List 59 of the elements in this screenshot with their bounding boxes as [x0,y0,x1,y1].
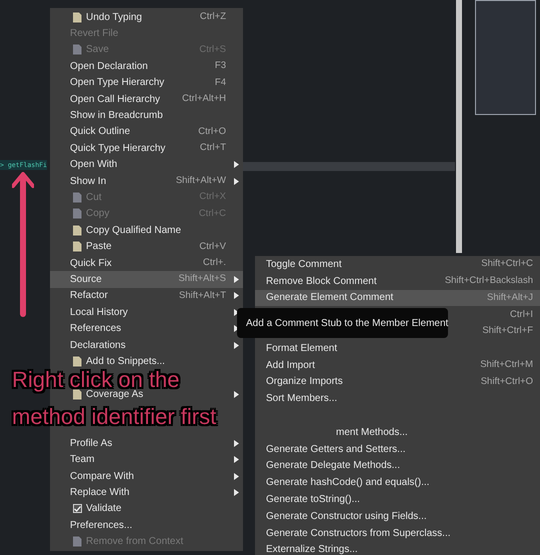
menu-item[interactable]: Organize Imports Shift+Ctrl+O [255,374,540,390]
shortcut-label: Shift+Ctrl+F [482,324,533,338]
shortcut-label: F4 [214,76,226,90]
menu-item[interactable]: Toggle Comment Shift+Ctrl+C [255,256,540,273]
menu-item[interactable]: Paste Ctrl+V [50,238,243,255]
menu-item[interactable]: Profile As [50,435,243,452]
menu-item[interactable]: Undo Typing Ctrl+Z [50,9,243,26]
menu-item[interactable]: Quick Outline Ctrl+O [50,124,243,140]
menu-item[interactable]: Add Import Shift+Ctrl+M [255,356,540,374]
menu-item[interactable]: Format Element [255,340,540,357]
shortcut-label: F3 [214,59,226,74]
shortcut-label: Shift+Ctrl+C [481,257,533,272]
shortcut-label: Ctrl+. [203,256,226,270]
menu-item[interactable]: Add to Snippets... [50,353,243,370]
shortcut-label: Ctrl+Alt+H [182,92,226,106]
tooltip: Add a Comment Stub to the Member Element [237,308,448,338]
menu-item[interactable]: Generate Element Comment Shift+Alt+J [255,290,540,306]
shortcut-label: Shift+Ctrl+Backslash [444,274,533,288]
menu-item[interactable]: Show In Shift+Alt+W [50,172,243,190]
menu-item[interactable]: Open Call Hierarchy Ctrl+Alt+H [50,90,243,108]
menu-item[interactable]: Open Declaration F3 [50,58,243,75]
menu-item[interactable]: Generate Getters and Setters... [255,440,540,458]
menu-item[interactable]: Refactor Shift+Alt+T [50,288,243,304]
shortcut-label: Ctrl+O [198,124,226,139]
menu-item[interactable]: Validate [50,500,243,518]
menu-item[interactable]: Remove Block Comment Shift+Ctrl+Backslash [255,272,540,290]
shortcut-label: Shift+Ctrl+O [480,374,533,389]
menu-item[interactable]: Compare With [50,468,243,484]
shortcut-label: Shift+Alt+S [178,272,226,286]
shortcut-label: Shift+Alt+W [176,174,226,188]
menu-item[interactable]: Generate Delegate Methods... [255,458,540,474]
menu-item[interactable]: Sort Members... [255,390,540,408]
shortcut-label: Ctrl+I [510,308,533,322]
shortcut-label: Ctrl+V [199,240,226,254]
menu-item[interactable]: Declarations [50,336,243,354]
menu-item[interactable]: Open With [50,156,243,173]
menu-item[interactable]: Quick Fix Ctrl+. [50,254,243,272]
menu-item[interactable]: Externalize Strings... [255,542,540,555]
shortcut-label: Shift+Alt+J [487,290,533,305]
menu-item[interactable]: Generate Constructor using Fields... [255,508,540,525]
menu-item[interactable]: Open Type Hierarchy F4 [50,74,243,91]
menu-item[interactable]: Source Shift+Alt+S [50,271,243,288]
annotation-text: method identifier first [12,407,216,426]
menu-item[interactable]: Copy Qualified Name [50,222,243,238]
shortcut-label: Ctrl+Z [200,10,226,24]
menu-item[interactable]: Generate toString()... [255,491,540,508]
shortcut-label: Shift+Alt+T [179,288,226,303]
menu-item[interactable]: Generate hashCode() and equals()... [255,474,540,492]
menu-item-label: ment Methods... [336,426,409,440]
menu-item[interactable]: Generate Constructors from Superclass... [255,524,540,542]
menu-item[interactable]: Replace With [50,484,243,501]
shortcut-label: Shift+Ctrl+M [480,358,533,372]
up-arrow-icon [12,172,34,317]
menu-item[interactable]: Quick Type Hierarchy Ctrl+T [50,140,243,157]
menu-item[interactable]: Preferences... [50,517,243,534]
menu-item[interactable]: Show in Breadcrumb [50,107,243,124]
menu-item[interactable]: Team [50,452,243,468]
shortcut-label: Ctrl+T [200,141,226,156]
checkbox[interactable] [73,504,82,514]
